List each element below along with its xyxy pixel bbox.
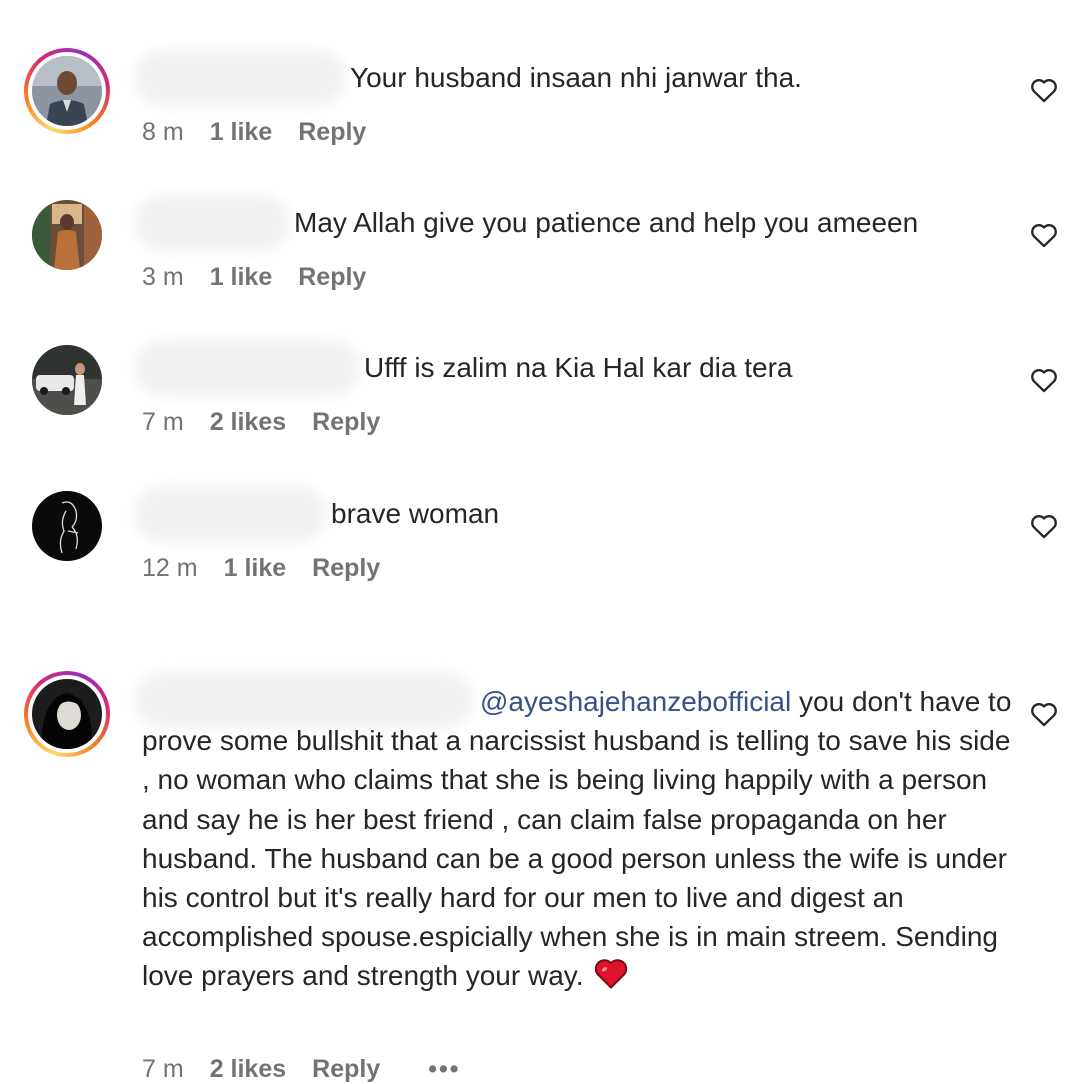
heart-outline-icon[interactable] (1030, 701, 1058, 727)
comment-meta: 7 m 2 likes Reply (142, 408, 380, 437)
blurred-username[interactable] (134, 486, 326, 542)
red-heart-emoji (593, 957, 629, 989)
comment-meta: 12 m 1 like Reply (142, 554, 380, 583)
story-ring[interactable] (24, 671, 110, 757)
reply-button[interactable]: Reply (298, 263, 366, 292)
mention-link[interactable]: @ayeshajehanzebofficial (480, 686, 791, 717)
heart-outline-icon[interactable] (1030, 77, 1058, 103)
comment-meta: 3 m 1 like Reply (142, 263, 366, 292)
comment-meta: 8 m 1 like Reply (142, 118, 366, 147)
blurred-username[interactable] (134, 340, 360, 396)
story-ring[interactable] (24, 48, 110, 134)
avatar[interactable] (32, 56, 102, 126)
comment-time: 8 m (142, 118, 184, 146)
comment-time: 3 m (142, 263, 184, 291)
blurred-username[interactable] (134, 50, 346, 106)
comment-time: 12 m (142, 554, 198, 582)
avatar[interactable] (32, 679, 102, 749)
like-count[interactable]: 2 likes (210, 408, 286, 437)
comment-text: Your husband insaan nhi janwar tha. (350, 62, 802, 93)
reply-button[interactable]: Reply (312, 554, 380, 583)
comment-text: brave woman (331, 498, 500, 529)
like-count[interactable]: 1 like (210, 118, 273, 147)
reply-button[interactable]: Reply (298, 118, 366, 147)
comment-text: @ayeshajehanzebofficial you don't have t… (142, 682, 1022, 996)
like-count[interactable]: 1 like (224, 554, 287, 583)
comment-body: you don't have to prove some bullshit th… (142, 686, 1012, 992)
heart-outline-icon[interactable] (1030, 513, 1058, 539)
comment-time: 7 m (142, 408, 184, 436)
like-count[interactable]: 1 like (210, 263, 273, 292)
reply-button[interactable]: Reply (312, 408, 380, 437)
heart-outline-icon[interactable] (1030, 367, 1058, 393)
blurred-username[interactable] (134, 195, 290, 251)
avatar[interactable] (32, 345, 102, 415)
avatar[interactable] (32, 200, 102, 270)
heart-outline-icon[interactable] (1030, 222, 1058, 248)
avatar[interactable] (32, 491, 102, 561)
comment-text: Ufff is zalim na Kia Hal kar dia tera (364, 352, 793, 383)
comment-text: May Allah give you patience and help you… (294, 207, 919, 238)
